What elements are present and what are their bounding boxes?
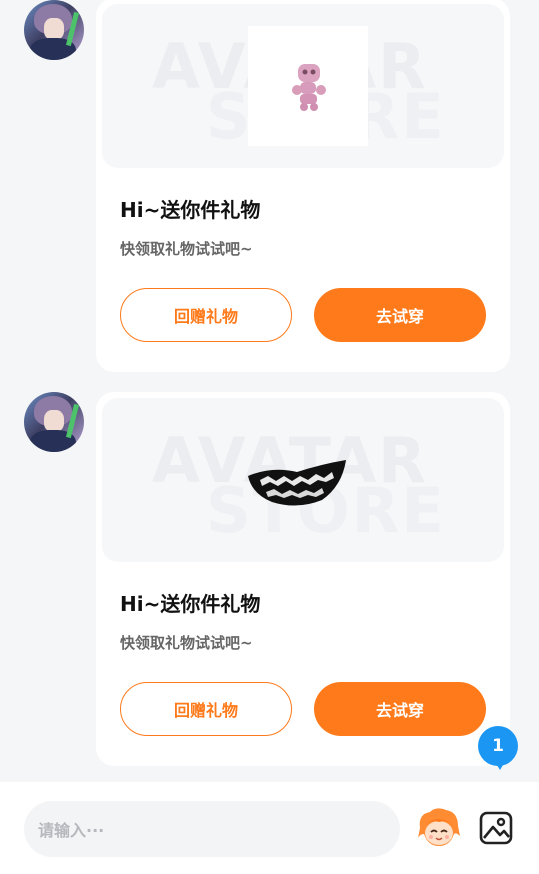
sender-avatar[interactable] bbox=[24, 0, 84, 60]
gift-title: Hi~送你件礼物 bbox=[120, 592, 261, 616]
gift-title: Hi~送你件礼物 bbox=[120, 198, 261, 222]
gift-banner: AVATAR STORE bbox=[102, 4, 504, 168]
chat-input-bar: 请输入··· bbox=[0, 782, 539, 874]
gift-message-card: AVATAR STORE Hi~送你件礼物 快领取礼物试试吧~ 回赠礼物 去试穿 bbox=[96, 0, 510, 372]
try-on-button[interactable]: 去试穿 bbox=[314, 682, 486, 736]
image-upload-button[interactable] bbox=[478, 810, 514, 846]
return-gift-button[interactable]: 回赠礼物 bbox=[120, 288, 292, 342]
gift-preview[interactable] bbox=[248, 26, 368, 146]
gift-subtitle: 快领取礼物试试吧~ bbox=[120, 240, 253, 258]
avatar-face bbox=[44, 410, 64, 432]
image-icon bbox=[479, 811, 513, 845]
try-on-button[interactable]: 去试穿 bbox=[314, 288, 486, 342]
unread-count-badge[interactable]: 1 bbox=[478, 726, 518, 770]
gift-subtitle: 快领取礼物试试吧~ bbox=[120, 634, 253, 652]
sender-avatar[interactable] bbox=[24, 392, 84, 452]
message-input[interactable]: 请输入··· bbox=[24, 801, 400, 857]
gift-message-card: AVATAR STORE Hi~送你件礼物 快领取礼物试试吧~ 回赠礼物 去试穿 bbox=[96, 392, 510, 766]
avatar-face bbox=[44, 18, 64, 40]
character-emoji-icon bbox=[418, 808, 460, 846]
gift-banner: AVATAR STORE bbox=[102, 398, 504, 562]
teeth-mouth-icon[interactable] bbox=[242, 458, 352, 510]
return-gift-button[interactable]: 回赠礼物 bbox=[120, 682, 292, 736]
emoji-button[interactable] bbox=[416, 806, 462, 852]
pink-figure-icon bbox=[292, 64, 326, 111]
